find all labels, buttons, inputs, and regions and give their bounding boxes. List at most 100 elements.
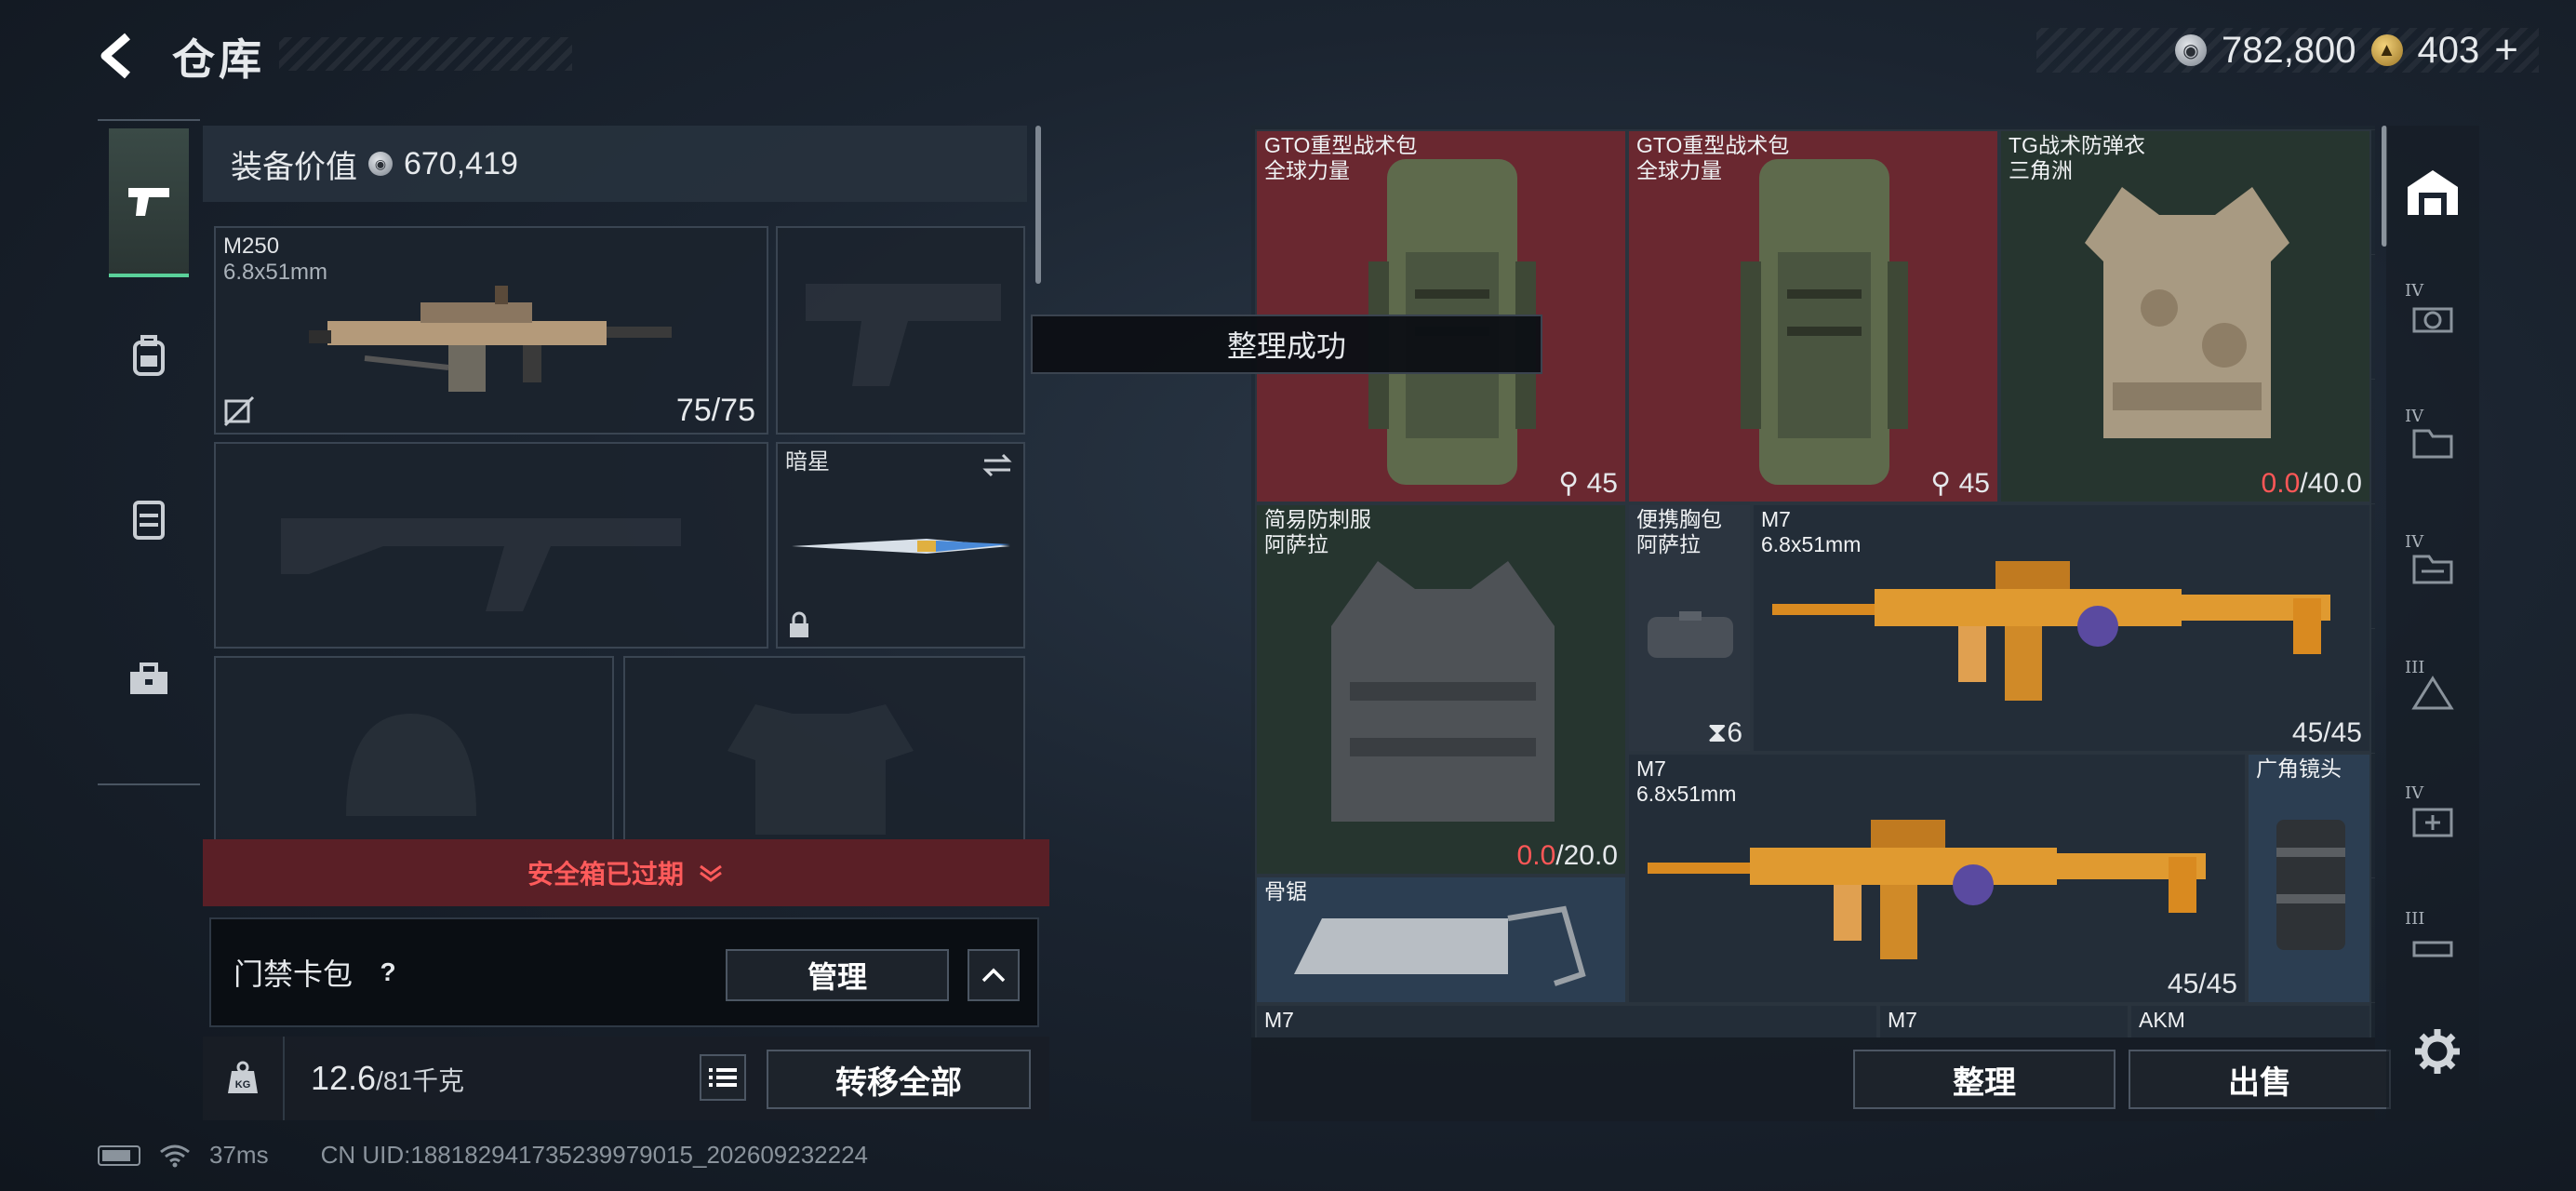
- transfer-all-button[interactable]: 转移全部: [767, 1050, 1031, 1109]
- tab-toolbox[interactable]: [109, 605, 189, 754]
- tab-category-6[interactable]: III: [2396, 898, 2470, 991]
- tier-label: IV: [2405, 783, 2424, 803]
- no-attachment-icon: [223, 395, 255, 427]
- tab-category-4[interactable]: III: [2396, 647, 2470, 740]
- tier-label: IV: [2405, 407, 2424, 426]
- stash-grid-panel: GTO重型战术包 全球力量 ⚲ 45 GTO重型战术包 全球力量 ⚲ 45 TG战术…: [1251, 126, 2375, 1037]
- gear-icon: [2415, 1029, 2460, 1074]
- item-name: M7: [1888, 1008, 1917, 1032]
- swap-icon[interactable]: [981, 451, 1014, 479]
- scope-icon: [2412, 307, 2453, 333]
- lock-icon: [790, 611, 808, 637]
- vest-icon: [133, 501, 165, 540]
- item-name: 便携胸包: [1636, 507, 1722, 531]
- tab-category-5[interactable]: IV: [2396, 772, 2470, 865]
- stash-item[interactable]: AKM: [2129, 1004, 2371, 1037]
- knife-image: [792, 539, 1010, 554]
- carry-weight: 12.6/81千克: [311, 1059, 464, 1098]
- warning-triangle-icon: [2411, 676, 2454, 710]
- safe-box-label: 安全箱已过期: [527, 860, 684, 889]
- item-quantity: 45: [1586, 468, 1618, 499]
- ammo-count: 75/75: [675, 393, 755, 428]
- stash-item[interactable]: M7: [1878, 1004, 2129, 1037]
- durability-max: /20.0: [1555, 840, 1618, 871]
- durability-current: 0.0: [2261, 468, 2301, 499]
- armor-slot[interactable]: [623, 656, 1025, 842]
- tab-category-2[interactable]: IV: [2396, 395, 2470, 488]
- stash-item[interactable]: GTO重型战术包 全球力量 ⚲ 45: [1627, 129, 1999, 503]
- stash-item[interactable]: M7 6.8x51mm 45/45: [1752, 503, 2371, 753]
- stash-item[interactable]: 便携胸包 阿萨拉 ⧗6: [1627, 503, 1752, 753]
- list-view-button[interactable]: [700, 1054, 746, 1101]
- toast-message: 整理成功: [1031, 314, 1542, 374]
- silver-coin-icon: ◉: [2174, 34, 2207, 66]
- chest-bag-image: [1648, 611, 1733, 658]
- settings-button[interactable]: [2409, 1024, 2465, 1079]
- equipment-value-label: 装备价值: [231, 149, 357, 185]
- folder-icon: [2412, 429, 2453, 459]
- stash-category-tabs: IV IV IV III IV III: [2386, 126, 2479, 1121]
- item-name: TG战术防弹衣: [2009, 133, 2145, 157]
- gold-coin-icon: ▲: [2370, 34, 2403, 66]
- loadout-tabs: [98, 119, 200, 785]
- body-armor-image: [2085, 187, 2289, 438]
- tab-backpack[interactable]: [109, 281, 189, 430]
- m7-rifle-image: [1648, 820, 2206, 959]
- stash-item[interactable]: M7 6.8x51mm 45/45: [1627, 753, 2247, 1004]
- svg-text:KG: KG: [235, 1079, 251, 1091]
- stash-item[interactable]: TG战术防弹衣 三角洲 0.0/40.0: [1999, 129, 2371, 503]
- weight-icon: ⚲: [1558, 468, 1580, 499]
- helmet-slot[interactable]: [214, 656, 614, 842]
- item-name: 广角镜头: [2256, 756, 2342, 781]
- weight-icon: KG: [203, 1037, 285, 1120]
- secondary-weapon-slot[interactable]: [214, 442, 768, 649]
- silver-amount: 782,800: [2221, 29, 2356, 71]
- stash-item[interactable]: 简易防刺服 阿萨拉 0.0/20.0: [1255, 503, 1627, 876]
- sort-button[interactable]: 整理: [1853, 1050, 2116, 1109]
- tab-all-stash[interactable]: [2396, 146, 2470, 239]
- item-quantity: 6: [1727, 717, 1742, 748]
- melee-name: 暗星: [785, 449, 830, 475]
- document-folder-icon: [2412, 555, 2453, 584]
- status-bar: 37ms CN UID:18818294173523997901­5_20260…: [98, 1141, 868, 1170]
- pistol-icon: [128, 188, 169, 216]
- equipment-value: 670,419: [404, 145, 518, 181]
- weapon-name: M250: [223, 234, 280, 259]
- m250-machine-gun-image: [309, 286, 672, 392]
- tab-weapons[interactable]: [109, 128, 189, 277]
- stash-item[interactable]: 骨锯: [1255, 876, 1627, 1004]
- tier-label: IV: [2405, 532, 2424, 552]
- tab-vest[interactable]: [109, 445, 189, 594]
- back-button[interactable]: [93, 28, 149, 84]
- equipment-scrollbar[interactable]: [1035, 126, 1041, 284]
- add-currency-button[interactable]: +: [2494, 27, 2518, 74]
- rifle-silhouette-icon: [281, 518, 681, 611]
- manage-button[interactable]: 管理: [726, 949, 949, 1001]
- ping-value: 37ms: [209, 1141, 269, 1169]
- helmet-silhouette-icon: [346, 714, 476, 816]
- tab-category-1[interactable]: IV: [2396, 270, 2470, 363]
- silver-coin-icon: ◉: [368, 152, 393, 176]
- primary-weapon-slot[interactable]: M250 6.8x51mm 75/75: [214, 226, 768, 435]
- durability-max: /40.0: [2300, 468, 2362, 499]
- durability-current: 0.0: [1516, 840, 1556, 871]
- stash-item[interactable]: M7: [1255, 1004, 1878, 1037]
- tab-category-3[interactable]: IV: [2396, 521, 2470, 614]
- gold-amount: 403: [2417, 29, 2480, 71]
- item-name: M7: [1264, 1008, 1294, 1032]
- item-name: M7: [1761, 507, 1791, 531]
- battery-icon: [98, 1144, 140, 1166]
- m7-rifle-image: [1772, 561, 2330, 701]
- stash-item[interactable]: 广角镜头: [2247, 753, 2371, 1004]
- toolbox-icon: [130, 662, 167, 694]
- help-icon[interactable]: ?: [369, 954, 407, 991]
- collapse-button[interactable]: [968, 949, 1020, 1001]
- armor-silhouette-icon: [727, 704, 914, 835]
- pistol-slot[interactable]: [776, 226, 1025, 435]
- chevron-up-icon: [981, 968, 1006, 983]
- sell-button[interactable]: 出售: [2129, 1050, 2391, 1109]
- card-pack-label: 门禁卡包: [234, 957, 354, 991]
- melee-slot[interactable]: 暗星: [776, 442, 1025, 649]
- safe-box-expired-bar[interactable]: 安全箱已过期: [203, 839, 1049, 906]
- camera-lens-image: [2276, 820, 2345, 950]
